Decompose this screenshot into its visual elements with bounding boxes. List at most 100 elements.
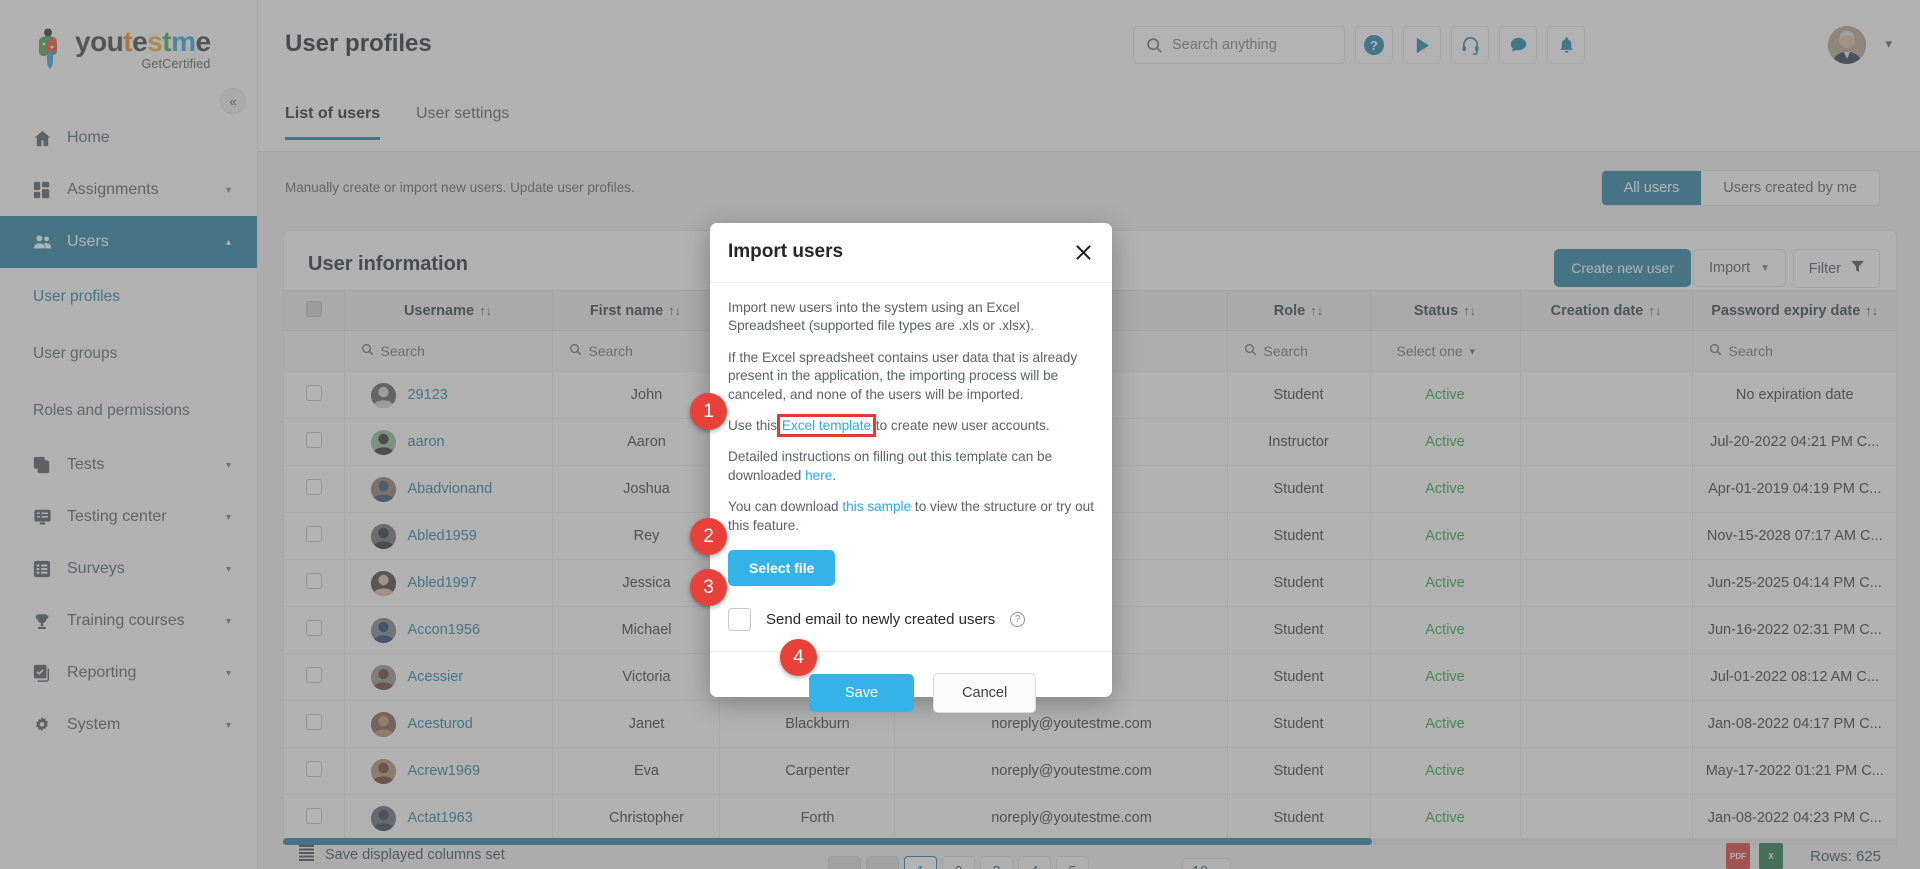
export-pdf-icon[interactable]: PDF bbox=[1726, 843, 1750, 869]
filter-password-expiry[interactable]: Search bbox=[1692, 330, 1896, 372]
info-icon[interactable]: ? bbox=[1010, 612, 1026, 628]
row-select-cell[interactable] bbox=[284, 559, 345, 607]
this-sample-link[interactable]: this sample bbox=[842, 499, 911, 514]
sidebar-item-user-groups[interactable]: User groups bbox=[0, 325, 257, 382]
sidebar-item-assignments[interactable]: Assignments ▾ bbox=[0, 164, 257, 216]
username-link[interactable]: 29123 bbox=[408, 387, 448, 403]
first-page-button[interactable]: « bbox=[828, 856, 861, 869]
column-first-name[interactable]: First name ↑↓ bbox=[552, 290, 720, 331]
bell-icon[interactable] bbox=[1547, 26, 1585, 64]
tab-user-settings[interactable]: User settings bbox=[416, 105, 509, 137]
play-icon[interactable] bbox=[1403, 26, 1441, 64]
cancel-button[interactable]: Cancel bbox=[933, 673, 1037, 714]
brand-logo[interactable]: youtestme GetCertified bbox=[0, 0, 257, 78]
save-displayed-columns-set[interactable]: Save displayed columns set bbox=[299, 845, 505, 865]
send-email-checkbox[interactable] bbox=[728, 608, 751, 632]
filter-creation-date[interactable] bbox=[1520, 330, 1693, 372]
cell-username[interactable]: Accon1956 bbox=[344, 606, 553, 654]
sidebar-item-reporting[interactable]: Reporting ▾ bbox=[0, 647, 257, 699]
column-role[interactable]: Role ↑↓ bbox=[1227, 290, 1371, 331]
create-new-user-button[interactable]: Create new user bbox=[1554, 249, 1691, 287]
table-row[interactable]: Actat1963 Christopher Forth noreply@youtest… bbox=[284, 794, 1896, 842]
row-checkbox[interactable] bbox=[305, 761, 322, 777]
sort-icon[interactable]: ↑↓ bbox=[1463, 303, 1476, 318]
row-select-cell[interactable] bbox=[284, 653, 345, 701]
here-link[interactable]: here bbox=[805, 468, 832, 483]
cell-username[interactable]: Acrew1969 bbox=[344, 747, 553, 795]
page-button-1[interactable]: 1 bbox=[904, 856, 937, 869]
row-checkbox[interactable] bbox=[305, 526, 322, 542]
sidebar-item-testing-center[interactable]: Testing center ▾ bbox=[0, 491, 257, 543]
cell-username[interactable]: aaron bbox=[344, 418, 553, 466]
tab-list-of-users[interactable]: List of users bbox=[285, 105, 381, 140]
page-button-2[interactable]: 2 bbox=[942, 856, 975, 869]
row-select-cell[interactable] bbox=[284, 747, 345, 795]
excel-template-link[interactable]: Excel template bbox=[776, 414, 877, 438]
page-button-3[interactable]: 3 bbox=[980, 856, 1013, 869]
row-select-cell[interactable] bbox=[284, 371, 345, 419]
filter-username[interactable]: Search bbox=[344, 330, 553, 372]
sidebar-item-tests[interactable]: Tests ▾ bbox=[0, 439, 257, 491]
sidebar-item-home[interactable]: Home bbox=[0, 112, 257, 164]
username-link[interactable]: Acessier bbox=[408, 669, 464, 685]
filter-status[interactable]: Select one ▾ bbox=[1370, 330, 1521, 372]
row-checkbox[interactable] bbox=[305, 620, 322, 636]
chat-icon[interactable] bbox=[1499, 26, 1537, 64]
cell-username[interactable]: Abadvionand bbox=[344, 465, 553, 513]
row-select-cell[interactable] bbox=[284, 794, 345, 842]
help-icon[interactable]: ? bbox=[1355, 26, 1393, 64]
cell-username[interactable]: 29123 bbox=[344, 371, 553, 419]
filter-role[interactable]: Search bbox=[1227, 330, 1371, 372]
row-select-cell[interactable] bbox=[284, 700, 345, 748]
row-checkbox[interactable] bbox=[305, 808, 322, 824]
avatar[interactable] bbox=[1828, 26, 1866, 64]
page-button-4[interactable]: 4 bbox=[1018, 856, 1051, 869]
sort-icon[interactable]: ↑↓ bbox=[1648, 303, 1661, 318]
save-button[interactable]: Save bbox=[809, 674, 915, 713]
sidebar-item-roles-and-permissions[interactable]: Roles and permissions bbox=[0, 382, 257, 439]
username-link[interactable]: aaron bbox=[408, 434, 445, 450]
row-checkbox[interactable] bbox=[305, 479, 322, 495]
sort-icon[interactable]: ↑↓ bbox=[668, 303, 681, 318]
prev-page-button[interactable]: ‹ bbox=[866, 856, 899, 869]
search-input[interactable] bbox=[1172, 37, 1332, 53]
headset-icon[interactable] bbox=[1451, 26, 1489, 64]
sidebar-item-surveys[interactable]: Surveys ▾ bbox=[0, 543, 257, 595]
row-checkbox[interactable] bbox=[305, 667, 322, 683]
filter-button[interactable]: Filter bbox=[1792, 249, 1880, 288]
sidebar-item-user-profiles[interactable]: User profiles bbox=[0, 268, 257, 325]
cell-username[interactable]: Acesturod bbox=[344, 700, 553, 748]
cell-username[interactable]: Abled1997 bbox=[344, 559, 553, 607]
row-checkbox[interactable] bbox=[305, 385, 322, 401]
cell-username[interactable]: Abled1959 bbox=[344, 512, 553, 560]
sidebar-item-training-courses[interactable]: Training courses ▾ bbox=[0, 595, 257, 647]
sort-icon[interactable]: ↑↓ bbox=[479, 303, 492, 318]
sidebar-item-system[interactable]: System ▾ bbox=[0, 699, 257, 751]
cell-username[interactable]: Acessier bbox=[344, 653, 553, 701]
select-file-button[interactable]: Select file bbox=[728, 550, 836, 587]
row-checkbox[interactable] bbox=[305, 714, 322, 730]
user-scope-toggle[interactable]: All users Users created by me bbox=[1600, 170, 1880, 206]
row-checkbox[interactable] bbox=[305, 432, 322, 448]
row-select-cell[interactable] bbox=[284, 465, 345, 513]
username-link[interactable]: Abled1959 bbox=[408, 528, 477, 544]
cell-username[interactable]: Actat1963 bbox=[344, 794, 553, 842]
column-username[interactable]: Username ↑↓ bbox=[344, 290, 553, 331]
import-button[interactable]: Import ▼ bbox=[1693, 249, 1786, 287]
select-all-checkbox[interactable] bbox=[305, 300, 322, 317]
sort-icon[interactable]: ↑↓ bbox=[1865, 303, 1878, 318]
chevron-down-icon[interactable]: ▾ bbox=[1885, 36, 1892, 52]
segment-users-created-by-me[interactable]: Users created by me bbox=[1701, 171, 1879, 205]
sidebar-collapse-button[interactable]: « bbox=[220, 88, 246, 114]
row-select-cell[interactable] bbox=[284, 512, 345, 560]
column-status[interactable]: Status ↑↓ bbox=[1370, 290, 1521, 331]
username-link[interactable]: Acrew1969 bbox=[408, 763, 481, 779]
sidebar-item-users[interactable]: Users ▴ bbox=[0, 216, 257, 268]
select-all-header[interactable] bbox=[284, 290, 345, 331]
column-password-expiry-date[interactable]: Password expiry date ↑↓ bbox=[1692, 290, 1896, 331]
username-link[interactable]: Abadvionand bbox=[408, 481, 493, 497]
page-button-5[interactable]: 5 bbox=[1056, 856, 1089, 869]
export-excel-icon[interactable]: X bbox=[1759, 843, 1783, 869]
close-icon[interactable] bbox=[1070, 239, 1096, 265]
username-link[interactable]: Accon1956 bbox=[408, 622, 481, 638]
